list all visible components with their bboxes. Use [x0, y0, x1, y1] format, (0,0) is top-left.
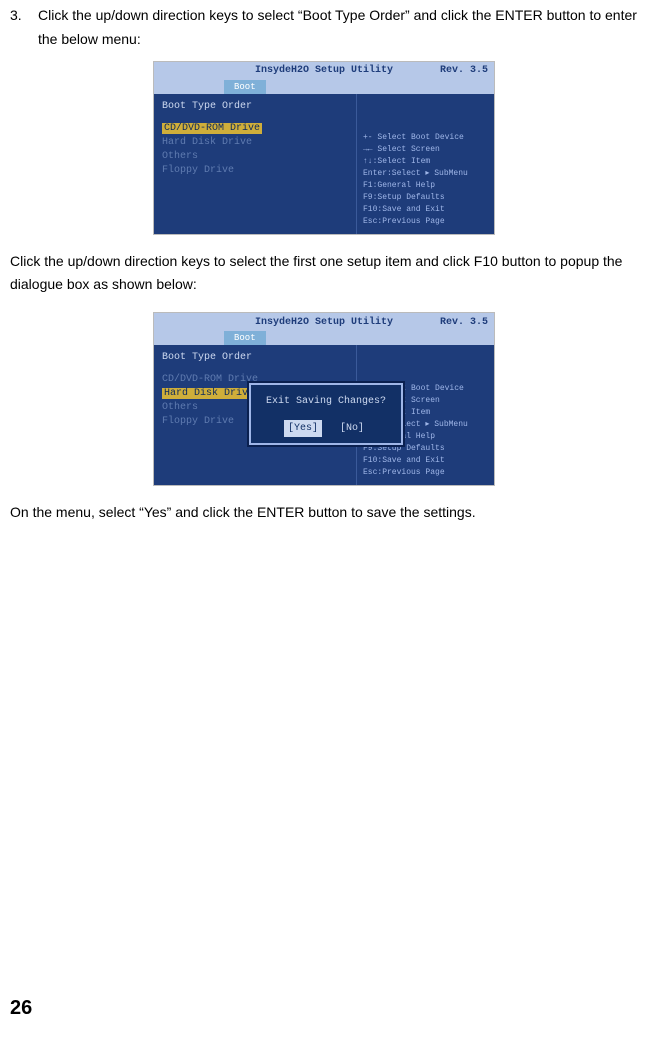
help-line: Esc:Previous Page	[363, 216, 488, 228]
boot-item-hdd: Hard Disk Drive	[162, 136, 348, 150]
help-line: F10:Save and Exit	[363, 455, 488, 467]
page-number: 26	[10, 991, 32, 1025]
boot-item-floppy: Floppy Drive	[162, 164, 348, 178]
bios-screenshot-1: InsydeH2O Setup Utility Rev. 3.5 Boot Bo…	[154, 62, 494, 234]
bios-tab-boot: Boot	[224, 331, 266, 345]
bios-tab-boot: Boot	[224, 80, 266, 94]
bios-title: InsydeH2O Setup Utility	[215, 314, 433, 331]
step-3: 3. Click the up/down direction keys to s…	[10, 4, 638, 52]
boot-item-hdd: Hard Disk Drive	[162, 388, 256, 399]
bios-title: InsydeH2O Setup Utility	[215, 62, 433, 79]
help-line: Esc:Previous Page	[363, 467, 488, 479]
instruction-paragraph-3: On the menu, select “Yes” and click the …	[10, 501, 638, 525]
bios-revision: Rev. 3.5	[433, 62, 488, 79]
instruction-paragraph-2: Click the up/down direction keys to sele…	[10, 250, 638, 298]
help-line: F9:Setup Defaults	[363, 192, 488, 204]
bios-title-bar: InsydeH2O Setup Utility Rev. 3.5	[154, 313, 494, 331]
dialog-yes-button[interactable]: [Yes]	[284, 420, 322, 437]
boot-item-cd: CD/DVD-ROM Drive	[162, 123, 262, 134]
dialog-question: Exit Saving Changes?	[251, 393, 401, 410]
boot-item-others: Others	[162, 150, 348, 164]
help-line: Enter:Select ▸ SubMenu	[363, 168, 488, 180]
help-line: ↑↓:Select Item	[363, 156, 488, 168]
bios-heading: Boot Type Order	[162, 100, 348, 114]
help-line: F1:General Help	[363, 180, 488, 192]
step-number: 3.	[10, 4, 38, 28]
dialog-no-button[interactable]: [No]	[336, 420, 368, 437]
bios-title-bar: InsydeH2O Setup Utility Rev. 3.5	[154, 62, 494, 80]
bios-left-panel: Boot Type Order CD/DVD-ROM Drive Hard Di…	[154, 94, 356, 234]
help-line: +- Select Boot Device	[363, 132, 488, 144]
bios-tab-strip: Boot	[154, 331, 494, 345]
step-text: Click the up/down direction keys to sele…	[38, 4, 638, 52]
bios-heading: Boot Type Order	[162, 351, 348, 365]
help-line: F10:Save and Exit	[363, 204, 488, 216]
exit-save-dialog: Exit Saving Changes? [Yes] [No]	[249, 383, 403, 445]
bios-screenshot-2: InsydeH2O Setup Utility Rev. 3.5 Boot Bo…	[154, 313, 494, 485]
bios-help-panel: +- Select Boot Device →← Select Screen ↑…	[356, 94, 494, 234]
bios-tab-strip: Boot	[154, 80, 494, 94]
help-line: →← Select Screen	[363, 144, 488, 156]
bios-revision: Rev. 3.5	[433, 314, 488, 331]
